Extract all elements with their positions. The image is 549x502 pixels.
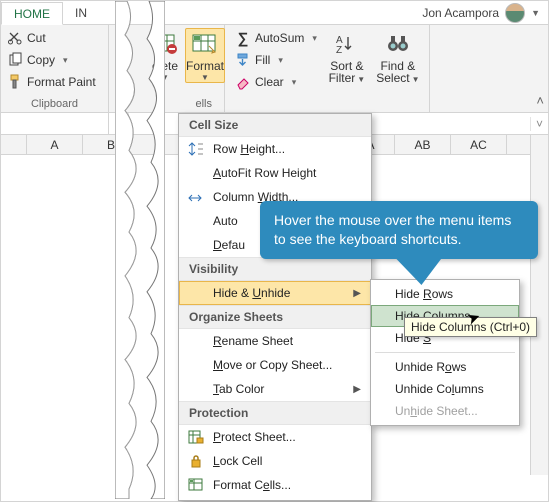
submenu-hide-rows[interactable]: Hide Rows — [371, 283, 519, 305]
format-cells-icon — [190, 31, 220, 57]
tooltip-text: Hide Columns (Ctrl+0) — [411, 320, 530, 334]
delete-cells-icon — [150, 31, 180, 57]
find-select-button[interactable]: Find & Select▼ — [373, 28, 423, 92]
tab-home[interactable]: HOME — [1, 2, 63, 25]
col-header[interactable]: A — [27, 135, 83, 154]
lock-icon — [187, 453, 205, 469]
menu-format-cells[interactable]: Format Cells... — [179, 473, 371, 497]
find-select-label-2: Select — [376, 71, 409, 85]
col-header[interactable]: AC — [451, 135, 507, 154]
user-area[interactable]: Jon Acampora ▼ — [422, 3, 548, 23]
format-button[interactable]: Format ▼ — [185, 28, 225, 83]
format-label: Format — [186, 59, 224, 73]
menu-autofit-row-height[interactable]: AutoFit Row Height — [179, 161, 371, 185]
tooltip-hide-columns: Hide Columns (Ctrl+0) — [404, 317, 537, 337]
ribbon: Cut Copy ▾ Format Paint Clipboard — [1, 25, 548, 113]
binoculars-icon — [383, 31, 413, 57]
expand-formula-icon[interactable]: ˅ — [530, 117, 548, 131]
menu-lock-cell[interactable]: Lock Cell — [179, 449, 371, 473]
copy-label: Copy — [27, 53, 55, 67]
copy-button[interactable]: Copy ▾ — [7, 50, 102, 70]
delete-button[interactable]: elete ▼ — [149, 28, 181, 83]
group-label-editing — [231, 98, 423, 112]
ribbon-collapse-area: ˄ — [430, 25, 548, 112]
chevron-down-icon: ▾ — [312, 33, 317, 44]
fx-icon[interactable] — [109, 113, 129, 134]
menu-section-cell-size: Cell Size — [179, 114, 371, 137]
format-painter-button[interactable]: Format Paint — [7, 72, 102, 92]
menu-separator — [375, 352, 515, 353]
fill-button[interactable]: Fill ▾ — [231, 50, 321, 70]
chevron-down-icon: ▾ — [63, 55, 68, 66]
group-cells: elete ▼ Format ▼ ells — [109, 25, 225, 112]
collapse-ribbon-icon[interactable]: ˄ — [536, 93, 544, 108]
sort-filter-icon: AZ — [332, 31, 362, 57]
ribbon-tabs: HOME IN Jon Acampora ▼ — [1, 1, 548, 25]
chevron-down-icon: ▼ — [531, 8, 540, 18]
menu-protect-sheet[interactable]: Protect Sheet... — [179, 425, 371, 449]
cut-label: Cut — [27, 31, 46, 45]
sigma-icon: ∑ — [235, 30, 251, 46]
hide-unhide-submenu: Hide Rows Hide Columns Hide S Unhide Row… — [370, 279, 520, 426]
select-all-corner[interactable] — [1, 135, 27, 154]
scissors-icon — [7, 30, 23, 46]
callout-text: Hover the mouse over the menu items to s… — [274, 212, 511, 247]
submenu-arrow-icon: ▶ — [353, 288, 361, 299]
menu-section-visibility: Visibility — [179, 257, 371, 281]
menu-section-organize: Organize Sheets — [179, 305, 371, 329]
autofit-col-partial: Auto — [213, 214, 238, 228]
user-name: Jon Acampora — [422, 6, 499, 20]
svg-text:Z: Z — [336, 45, 342, 55]
avatar — [505, 3, 525, 23]
submenu-unhide-rows[interactable]: Unhide Rows — [371, 356, 519, 378]
cut-button[interactable]: Cut — [7, 28, 102, 48]
format-painter-label: Format Paint — [27, 75, 96, 89]
copy-icon — [7, 52, 23, 68]
autosum-button[interactable]: ∑ AutoSum ▾ — [231, 28, 321, 48]
col-header[interactable]: B — [83, 135, 139, 154]
format-cells-icon — [187, 477, 205, 493]
eraser-icon — [235, 74, 251, 90]
group-editing: ∑ AutoSum ▾ Fill ▾ Clear ▾ — [225, 25, 430, 112]
group-clipboard: Cut Copy ▾ Format Paint Clipboard — [1, 25, 109, 112]
name-box[interactable] — [1, 113, 109, 134]
col-header[interactable]: AB — [395, 135, 451, 154]
chevron-down-icon: ▼ — [201, 73, 209, 82]
menu-row-height[interactable]: Row Height... — [179, 137, 371, 161]
menu-move-copy-sheet[interactable]: Move or Copy Sheet... — [179, 353, 371, 377]
sort-filter-label-2: Filter — [329, 71, 356, 85]
chevron-down-icon: ▾ — [292, 77, 297, 88]
clear-label: Clear — [255, 75, 284, 89]
fill-down-icon — [235, 52, 251, 68]
chevron-down-icon: ▼ — [412, 75, 420, 84]
group-label-cells: ells — [149, 98, 218, 112]
chevron-down-icon: ▼ — [357, 75, 365, 84]
vertical-scrollbar[interactable] — [530, 135, 548, 475]
group-label-clipboard: Clipboard — [7, 98, 102, 112]
menu-tab-color[interactable]: Tab Color ▶ — [179, 377, 371, 401]
chevron-down-icon: ▼ — [161, 73, 169, 82]
delete-label: elete — [152, 59, 178, 73]
menu-section-protection: Protection — [179, 401, 371, 425]
menu-hide-unhide[interactable]: Hide & Unhide ▶ — [179, 281, 371, 305]
format-dropdown-menu: Cell Size Row Height... AutoFit Row Heig… — [178, 113, 372, 501]
sort-filter-button[interactable]: AZ Sort & Filter▼ — [323, 28, 371, 92]
row-height-icon — [187, 141, 205, 157]
submenu-unhide-columns[interactable]: Unhide Columns — [371, 378, 519, 400]
column-width-icon — [187, 189, 205, 205]
protect-sheet-icon — [187, 429, 205, 445]
tab-insert[interactable]: IN — [63, 2, 99, 23]
fill-label: Fill — [255, 53, 270, 67]
clear-button[interactable]: Clear ▾ — [231, 72, 321, 92]
menu-rename-sheet[interactable]: Rename Sheet — [179, 329, 371, 353]
submenu-arrow-icon: ▶ — [353, 384, 361, 395]
annotation-callout: Hover the mouse over the menu items to s… — [260, 201, 538, 259]
autosum-label: AutoSum — [255, 31, 304, 45]
submenu-unhide-sheet: Unhide Sheet... — [371, 400, 519, 422]
chevron-down-icon: ▾ — [278, 55, 283, 66]
paintbrush-icon — [7, 74, 23, 90]
